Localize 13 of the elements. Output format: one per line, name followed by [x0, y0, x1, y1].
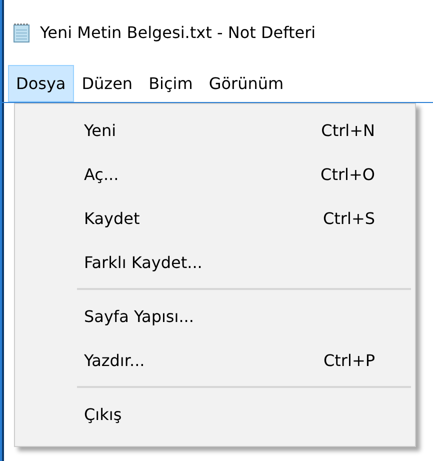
menu-item[interactable]: Yazdır... Ctrl+P — [15, 338, 415, 382]
menu-item[interactable]: Sayfa Yapısı... — [15, 294, 415, 338]
menu-item[interactable]: Çıkış — [15, 392, 415, 436]
menu-item[interactable]: Kaydet Ctrl+S — [15, 196, 415, 240]
menu-item[interactable]: Farklı Kaydet... — [15, 240, 415, 284]
menu-bar-item[interactable]: Görünüm — [200, 65, 292, 102]
menu-bar-item[interactable]: Biçim — [140, 65, 201, 102]
notepad-icon — [13, 22, 31, 42]
menu-item[interactable]: Yeni Ctrl+N — [15, 108, 415, 152]
menu-item[interactable]: Aç... Ctrl+O — [15, 152, 415, 196]
menu-bar-item[interactable]: Dosya — [8, 65, 74, 102]
window-title: Yeni Metin Belgesi.txt - Not Defteri — [40, 23, 316, 42]
menu-bar-item[interactable]: Düzen — [74, 65, 141, 102]
